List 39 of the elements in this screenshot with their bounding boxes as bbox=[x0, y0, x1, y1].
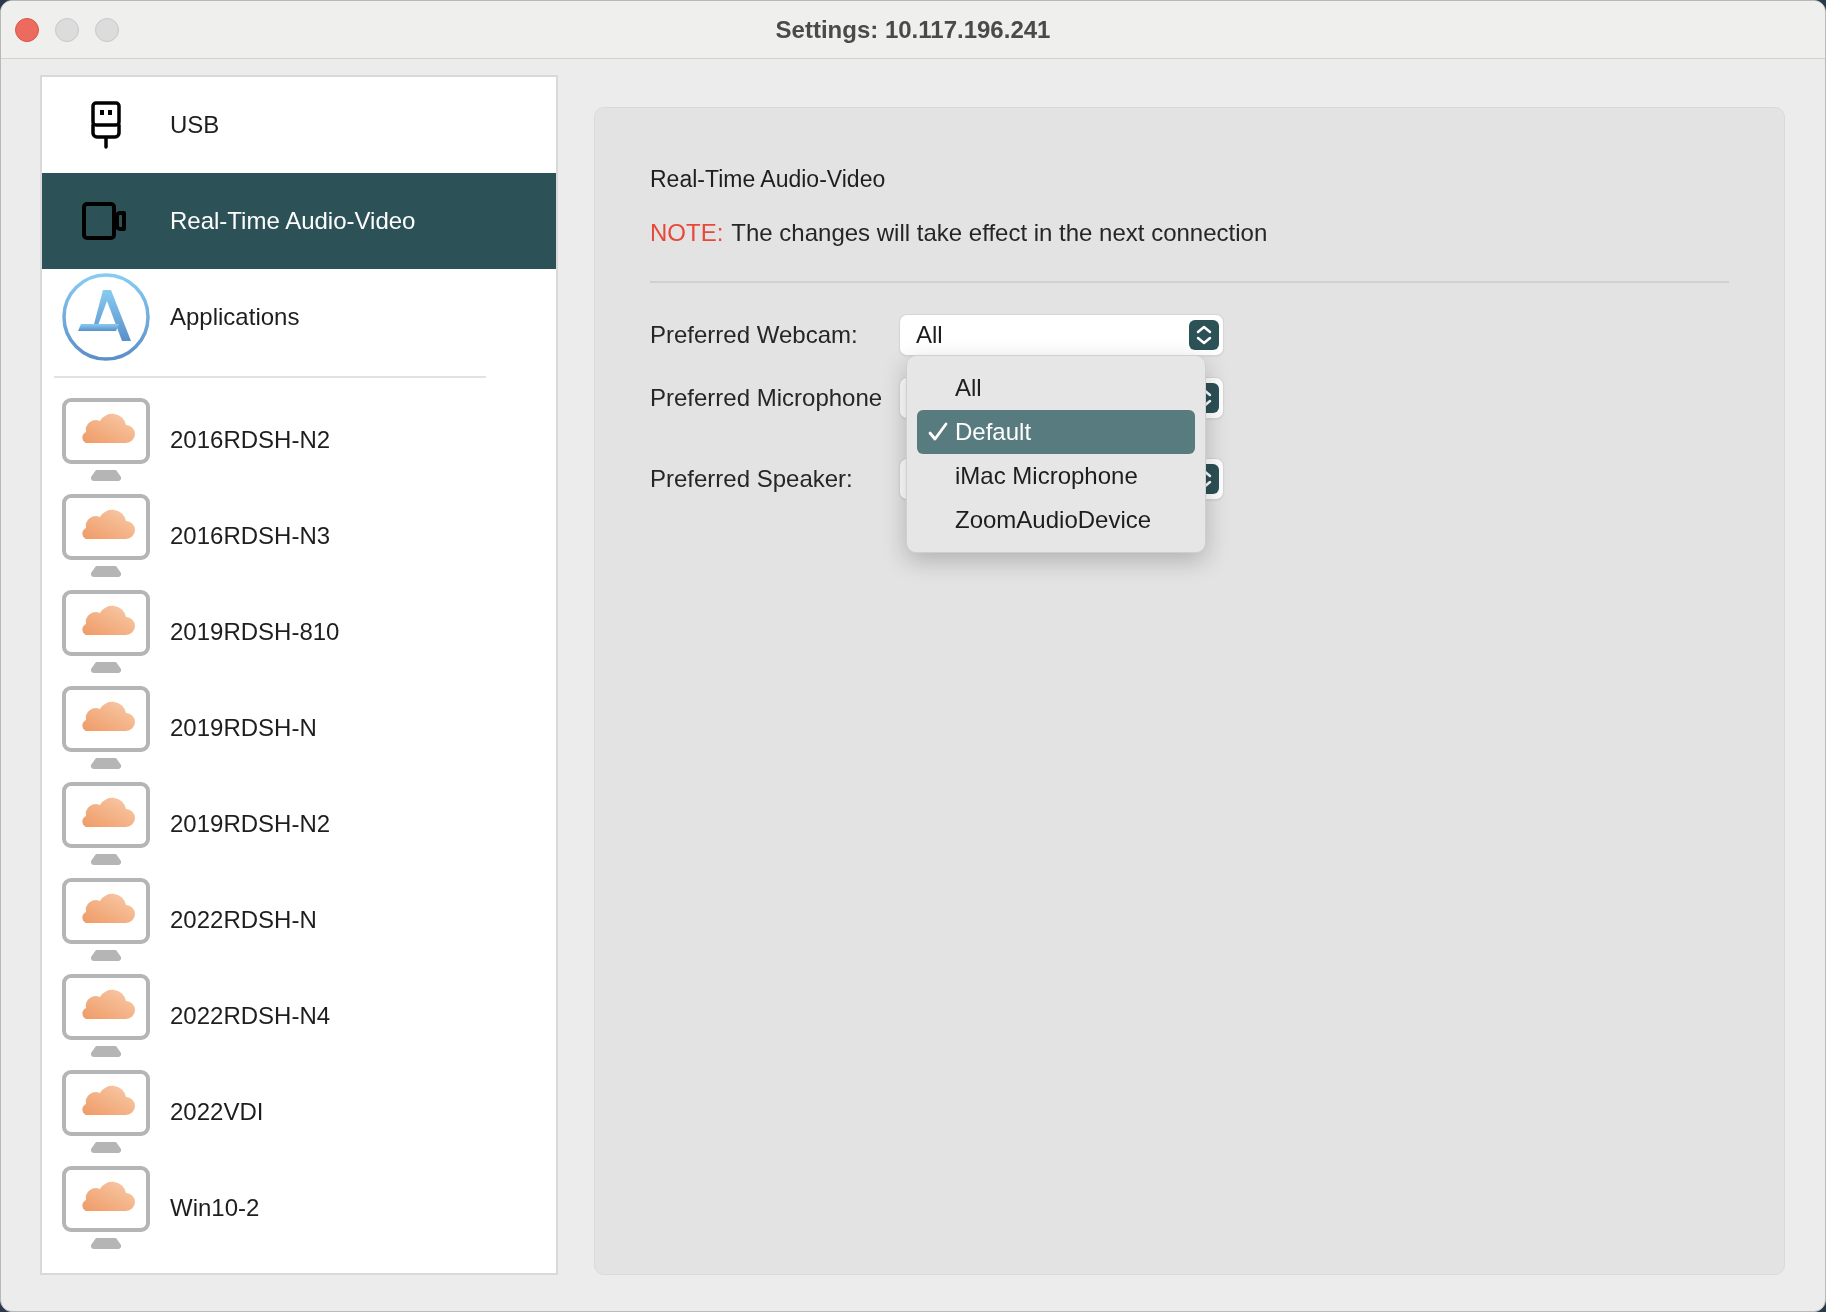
desktop-item[interactable]: 2019RDSH-N bbox=[42, 680, 556, 776]
sidebar-item[interactable]: USB bbox=[42, 77, 556, 173]
sidebar-item[interactable]: Real-Time Audio-Video bbox=[42, 173, 556, 269]
note-text: NOTE: The changes will take effect in the next connection bbox=[650, 219, 1269, 247]
field-label: Preferred Webcam: bbox=[650, 321, 859, 349]
cloud-desktop-icon bbox=[61, 589, 151, 675]
cloud-desktop-icon bbox=[61, 1069, 151, 1155]
field-label: Preferred Microphone bbox=[650, 384, 884, 412]
desktop-item[interactable]: 2016RDSH-N3 bbox=[42, 488, 556, 584]
checkmark-icon bbox=[927, 421, 949, 443]
zoom-button[interactable] bbox=[95, 17, 119, 42]
desktop-item[interactable]: 2022RDSH-N4 bbox=[42, 968, 556, 1064]
close-button[interactable] bbox=[15, 17, 39, 42]
dropdown-select[interactable]: All bbox=[900, 315, 1223, 355]
menu-option[interactable]: iMac Microphone bbox=[917, 454, 1195, 498]
desktop-item[interactable]: 2022VDI bbox=[42, 1064, 556, 1160]
cloud-desktop-icon bbox=[61, 685, 151, 771]
desktop-item[interactable]: Win10-2 bbox=[42, 1160, 556, 1256]
menu-option[interactable]: Default bbox=[917, 410, 1195, 454]
cloud-desktop-icon bbox=[61, 397, 151, 483]
cloud-desktop-icon bbox=[61, 877, 151, 963]
desktop-item[interactable]: 2016RDSH-N2 bbox=[42, 392, 556, 488]
menu-option[interactable]: ZoomAudioDevice bbox=[917, 498, 1195, 542]
window-title: Settings: 10.117.196.241 bbox=[775, 15, 1051, 44]
cloud-desktop-icon bbox=[61, 1165, 151, 1251]
sidebar-item[interactable]: Applications bbox=[42, 269, 556, 365]
app-store-icon bbox=[61, 272, 151, 362]
cloud-desktop-icon bbox=[61, 781, 151, 867]
desktop-item[interactable]: 2022RDSH-N bbox=[42, 872, 556, 968]
cloud-desktop-icon bbox=[61, 493, 151, 579]
field-label: Preferred Speaker: bbox=[650, 465, 854, 493]
menu-option[interactable]: All bbox=[917, 366, 1195, 410]
minimize-button[interactable] bbox=[55, 17, 79, 42]
usb-plug-icon bbox=[89, 101, 123, 149]
desktop-item[interactable]: 2019RDSH-N2 bbox=[42, 776, 556, 872]
section-title: Real-Time Audio-Video bbox=[650, 166, 887, 193]
stepper-icon bbox=[1189, 320, 1219, 350]
cloud-desktop-icon bbox=[61, 973, 151, 1059]
desktop-item[interactable]: 2019RDSH-810 bbox=[42, 584, 556, 680]
